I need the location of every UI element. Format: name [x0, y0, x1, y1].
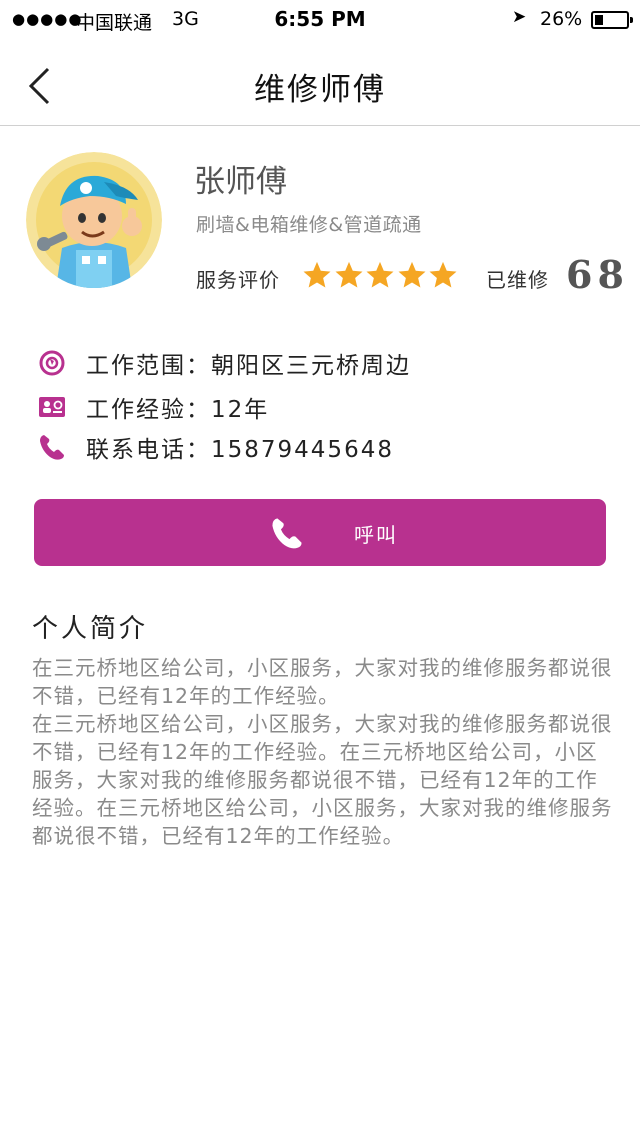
rating-label: 服务评价 [196, 268, 280, 292]
work-range-text: 工作范围：朝阳区三元桥周边 [86, 353, 411, 379]
phone-icon [272, 518, 302, 549]
battery-percent: 26% [540, 8, 583, 30]
star-icon [366, 261, 394, 288]
contact-phone-text[interactable]: 联系电话：15879445648 [86, 430, 394, 464]
avatar [26, 152, 162, 288]
worker-name: 张师傅 [194, 164, 287, 200]
star-icon [303, 261, 331, 288]
location-target-icon [38, 349, 66, 377]
navigation-bar: 维修师傅 [0, 40, 640, 126]
battery-fill [595, 15, 603, 25]
worker-cartoon-icon [26, 152, 162, 288]
worker-detail-page: ●●●●● 中国联通 3G 6:55 PM ➤ 26% 维修师傅 张师傅 刷墙&… [0, 0, 640, 1136]
id-card-icon [38, 393, 66, 421]
call-button-label: 呼叫 [354, 523, 398, 547]
call-button[interactable]: 呼叫 [34, 499, 606, 566]
repaired-count: 68 [566, 252, 629, 297]
page-title: 维修师傅 [254, 72, 386, 108]
repaired-label: 已维修 [486, 268, 549, 292]
status-bar: ●●●●● 中国联通 3G 6:55 PM ➤ 26% [0, 0, 640, 40]
worker-skills: 刷墙&电箱维修&管道疏通 [196, 214, 422, 236]
battery-icon [591, 11, 633, 29]
star-icon [335, 261, 362, 288]
work-experience-text: 工作经验：12年 [86, 397, 270, 423]
intro-paragraph: 在三元桥地区给公司，小区服务，大家对我的维修服务都说很不错，已经有12年的工作经… [32, 656, 613, 708]
star-icon [429, 261, 457, 288]
intro-paragraph: 在三元桥地区给公司，小区服务，大家对我的维修服务都说很不错，已经有12年的工作经… [32, 712, 613, 848]
star-icon [398, 261, 425, 288]
location-arrow-icon: ➤ [512, 7, 527, 27]
intro-heading: 个人简介 [32, 614, 149, 644]
phone-icon [38, 433, 66, 461]
